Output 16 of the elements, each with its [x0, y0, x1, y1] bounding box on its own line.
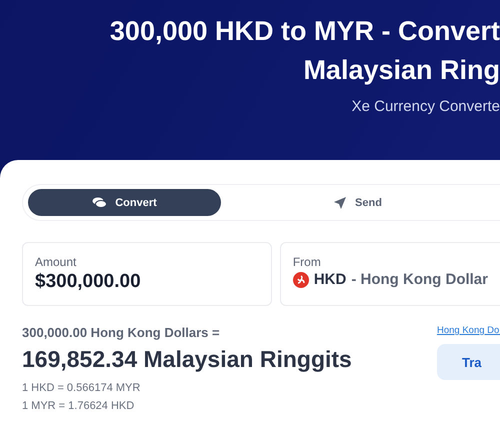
currency-link[interactable]: Hong Kong Dol [437, 325, 500, 336]
tab[interactable]: Convert [28, 189, 221, 216]
exchange-rate: 1 MYR = 1.76624 HKD [22, 399, 136, 414]
tab[interactable]: Send [261, 189, 454, 216]
page-title: Malaysian Ring [303, 54, 500, 87]
exchange-rate: 1 HKD = 0.566174 MYR [22, 381, 142, 396]
send-icon [333, 196, 348, 210]
flag-icon [292, 272, 309, 288]
transfer-button[interactable]: Tra [437, 344, 500, 380]
from-currency-field[interactable]: From HKD - Hong Kong Dollar [280, 242, 500, 306]
coins-icon [92, 197, 108, 208]
page-subtitle: Xe Currency Converte [352, 98, 500, 115]
amount-field[interactable]: Amount $300,000.00 [22, 242, 272, 306]
page-title: 300,000 HKD to MYR - Convert [110, 15, 500, 48]
conversion-result: 169,852.34 Malaysian Ringgits [22, 346, 352, 373]
conversion-source: 300,000.00 Hong Kong Dollars = [22, 325, 221, 340]
